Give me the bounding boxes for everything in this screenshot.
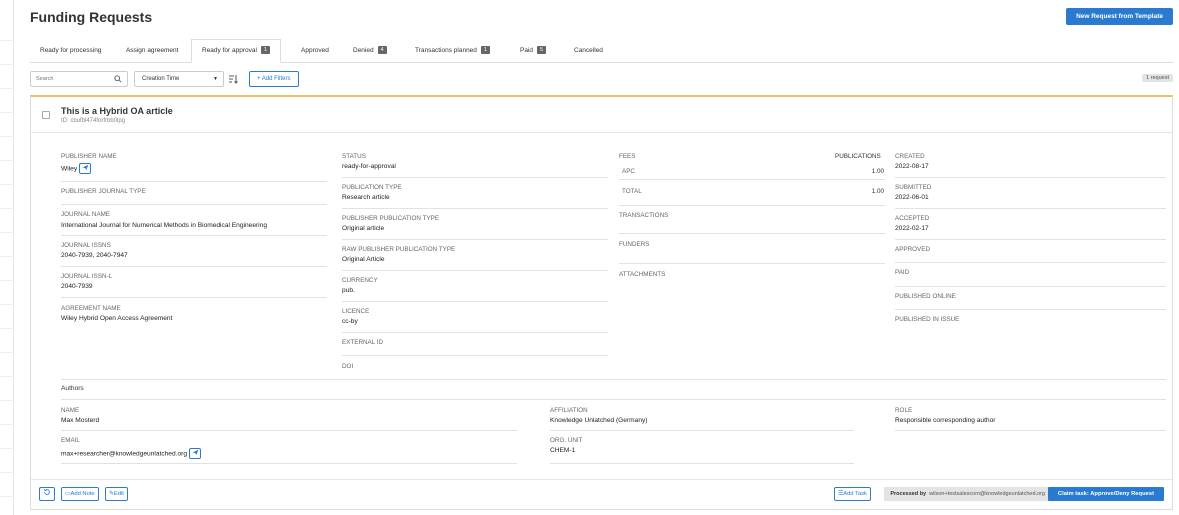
affiliation-value: Knowledge Unlatched (Germany): [550, 417, 648, 424]
created-value: 2022-08-17: [895, 163, 929, 170]
left-sidebar-edge: [0, 0, 14, 515]
publisher-journal-type-label: PUBLISHER JOURNAL TYPE: [61, 188, 146, 195]
submitted-label: SUBMITTED: [895, 184, 932, 191]
request-id: ID: cbufbl474forfrbb0lpg: [61, 118, 126, 124]
tab-count-badge: 4: [377, 46, 387, 55]
publication-type-label: PUBLICATION TYPE: [342, 184, 402, 191]
total-label: TOTAL: [622, 188, 642, 195]
claim-task-button[interactable]: Claim task: Approve/Deny Request: [1047, 487, 1164, 501]
page-title: Funding Requests: [30, 9, 153, 25]
tab-count-badge: 1: [480, 46, 490, 55]
accepted-label: ACCEPTED: [895, 215, 930, 222]
publisher-publication-type-value: Original article: [342, 225, 385, 232]
processed-by-badge: Processed by wilson+testsalescom@knowled…: [884, 487, 1051, 501]
publisher-name-value: Wiley: [61, 163, 92, 174]
tab-transactions-planned[interactable]: Transactions planned 1: [405, 39, 500, 63]
licence-value: cc-by: [342, 318, 358, 325]
send-icon[interactable]: [79, 163, 92, 174]
licence-label: LICENCE: [342, 308, 370, 315]
agreement-name-value: Wiley Hybrid Open Access Agreement: [61, 315, 173, 322]
filter-bar: Creation Time ▼ + Add Filters 1 request: [30, 71, 1173, 87]
submitted-value: 2022-06-01: [895, 194, 929, 201]
new-request-from-template-button[interactable]: New Request from Template: [1066, 8, 1173, 25]
publication-type-value: Research article: [342, 194, 390, 201]
sort-order-icon[interactable]: [228, 74, 238, 86]
doi-label: DOI: [342, 363, 354, 370]
email-value: max+researcher@knowledgeunlatched.org: [61, 448, 202, 459]
currency-label: CURRENCY: [342, 277, 378, 284]
sort-select[interactable]: Creation Time ▼: [134, 71, 224, 87]
currency-value: pub.: [342, 287, 355, 294]
journal-issnl-label: JOURNAL ISSN-L: [61, 273, 113, 280]
agreement-name-label: AGREEMENT NAME: [61, 305, 121, 312]
approved-label: APPROVED: [895, 246, 930, 253]
journal-name-value: International Journal for Numerical Meth…: [61, 222, 267, 229]
tab-denied[interactable]: Denied 4: [343, 39, 397, 63]
status-tabs: Ready for processing Assign agreement Re…: [30, 39, 1173, 63]
tab-paid[interactable]: Paid 5: [510, 39, 556, 63]
publisher-publication-type-label: PUBLISHER PUBLICATION TYPE: [342, 215, 440, 222]
published-online-label: PUBLISHED ONLINE: [895, 293, 956, 300]
accepted-value: 2022-02-17: [895, 225, 929, 232]
publications-label: PUBLICATIONS: [835, 153, 881, 160]
published-in-issue-label: PUBLISHED IN ISSUE: [895, 316, 960, 323]
tab-ready-for-approval[interactable]: Ready for approval 1: [191, 39, 281, 63]
search-box: [30, 71, 128, 87]
apc-label: APC: [622, 168, 635, 175]
status-value: ready-for-approval: [342, 163, 396, 170]
request-title[interactable]: This is a Hybrid OA article: [61, 106, 173, 116]
add-filters-button[interactable]: + Add Filters: [249, 71, 299, 87]
funding-request-card: This is a Hybrid OA article ID: cbufbl47…: [30, 95, 1173, 510]
card-header: This is a Hybrid OA article ID: cbufbl47…: [31, 97, 1172, 133]
transactions-label: TRANSACTIONS: [619, 212, 669, 219]
search-icon[interactable]: [114, 75, 122, 85]
role-value: Responsible corresponding author: [895, 417, 996, 424]
history-button[interactable]: [39, 487, 55, 501]
fees-label: FEES: [619, 153, 636, 160]
total-value: 1.00: [871, 188, 884, 195]
apc-value: 1.00: [871, 168, 884, 175]
edit-button[interactable]: ✎Edit: [105, 487, 128, 501]
org-unit-value: CHEM-1: [550, 447, 576, 454]
send-email-icon[interactable]: [189, 448, 202, 459]
add-task-button[interactable]: ☰Add Task: [834, 487, 871, 501]
authors-heading: Authors: [61, 385, 84, 392]
author-name-value: Max Mosterd: [61, 417, 100, 424]
journal-issnl-value: 2040-7939: [61, 283, 93, 290]
tab-count-badge: 5: [537, 46, 547, 55]
tab-assign-agreement[interactable]: Assign agreement: [116, 39, 188, 63]
request-count-badge: 1 request: [1142, 74, 1173, 82]
email-label: EMAIL: [61, 437, 80, 444]
paid-label: PAID: [895, 269, 910, 276]
funders-label: FUNDERS: [619, 241, 650, 248]
attachments-label: ATTACHMENTS: [619, 271, 666, 278]
org-unit-label: ORG. UNIT: [550, 437, 583, 444]
search-input[interactable]: [31, 72, 111, 86]
card-footer: ▭Add Note ✎Edit ☰Add Task Processed by w…: [31, 479, 1172, 509]
external-id-label: EXTERNAL ID: [342, 339, 384, 346]
journal-name-label: JOURNAL NAME: [61, 211, 111, 218]
tab-approved[interactable]: Approved: [291, 39, 339, 63]
role-label: ROLE: [895, 407, 913, 414]
raw-publisher-publication-type-value: Original Article: [342, 256, 385, 263]
add-note-button[interactable]: ▭Add Note: [61, 487, 99, 501]
publisher-name-label: PUBLISHER NAME: [61, 153, 117, 160]
author-name-label: NAME: [61, 407, 80, 414]
raw-publisher-publication-type-label: RAW PUBLISHER PUBLICATION TYPE: [342, 246, 456, 253]
journal-issns-label: JOURNAL ISSNS: [61, 242, 111, 249]
chevron-down-icon: ▼: [213, 76, 218, 82]
tab-cancelled[interactable]: Cancelled: [564, 39, 613, 63]
affiliation-label: AFFILIATION: [550, 407, 588, 414]
created-label: CREATED: [895, 153, 925, 160]
history-icon: [43, 489, 51, 498]
tab-ready-for-processing[interactable]: Ready for processing: [30, 39, 111, 63]
tab-count-badge: 1: [260, 46, 270, 55]
journal-issns-value: 2040-7939, 2040-7947: [61, 252, 128, 259]
select-checkbox[interactable]: [42, 111, 50, 119]
status-label: STATUS: [342, 153, 366, 160]
